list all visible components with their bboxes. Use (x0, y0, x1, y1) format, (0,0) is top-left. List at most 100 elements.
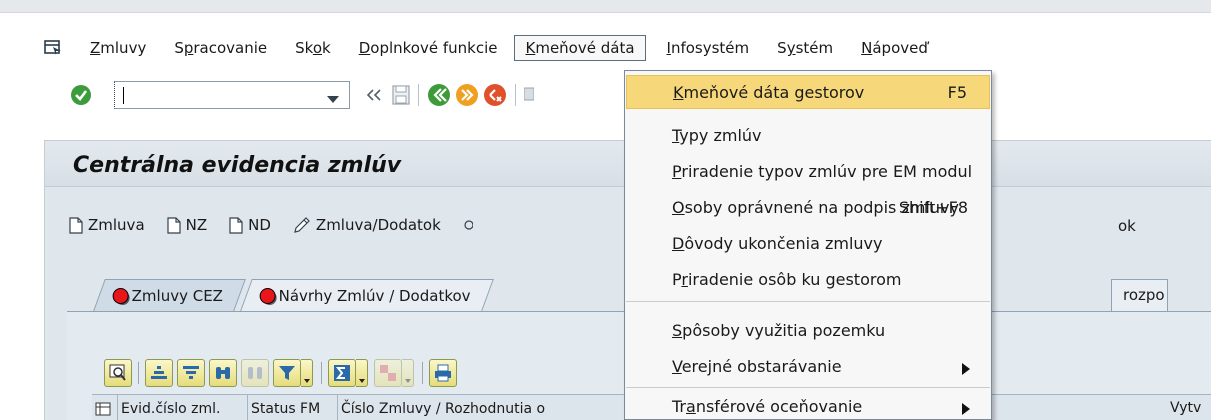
menu-item-dovody-ukoncenia[interactable]: Dôvody ukončenia zmluvy (626, 226, 990, 260)
mnemonic: r (681, 269, 688, 289)
filter-dropdown[interactable] (301, 359, 313, 387)
text-caret (123, 87, 124, 104)
nd-label: ND (248, 216, 271, 234)
sum-dropdown[interactable] (356, 359, 368, 387)
menu-infosystem[interactable]: Infosystém (663, 35, 754, 61)
sort-descending-icon (183, 366, 199, 379)
nd-button[interactable]: ND (229, 216, 271, 234)
sigma-icon (334, 365, 350, 381)
new-contract-button[interactable]: Zmluva (69, 216, 145, 234)
menu-item-verejne-obstaravanie[interactable]: Verejné obstarávanie (626, 349, 990, 383)
shortcut-label: F5 (947, 82, 967, 102)
document-icon (167, 216, 181, 234)
print-button[interactable] (524, 82, 534, 108)
grid-toolbar-separator (422, 362, 423, 384)
menu-label-part: k (322, 39, 331, 57)
sort-descending-button[interactable] (177, 359, 205, 387)
menu-item-priradenie-osob[interactable]: Priradenie osôb ku gestorom (626, 262, 990, 296)
command-field[interactable] (114, 81, 350, 109)
binoculars-next-icon (248, 367, 262, 379)
menu-skok[interactable]: Skok (291, 35, 335, 61)
label-part: ypy zmlúv (679, 125, 762, 145)
print-preview-button[interactable] (429, 359, 457, 387)
nz-label: NZ (185, 216, 208, 234)
save-button[interactable] (392, 82, 410, 108)
menu-mnemonic: D (358, 39, 371, 57)
column-header[interactable]: Status FM (248, 394, 338, 420)
menu-mnemonic: Z (90, 39, 101, 57)
sum-button[interactable] (328, 359, 356, 387)
edit-contract-addendum-button[interactable]: Zmluva/Dodatok (293, 216, 441, 234)
chevron-down-icon[interactable] (327, 90, 339, 108)
menu-item-sposoby-vyuzitia[interactable]: Spôsoby využitia pozemku (626, 313, 990, 347)
sort-ascending-icon (151, 366, 167, 379)
menu-mnemonic: y (786, 39, 796, 57)
column-header[interactable]: Vytv (1170, 400, 1201, 416)
grid-toolbar-separator (321, 362, 322, 384)
tab-label: Zmluvy CEZ (131, 286, 224, 305)
menu-napoved[interactable]: Nápoveď (857, 35, 932, 61)
menu-doplnkove-funkcie[interactable]: Doplnkové funkcie (355, 35, 502, 61)
select-all-cell[interactable] (92, 394, 118, 420)
menu-mnemonic: K (525, 39, 536, 57)
exit-icon (456, 84, 478, 106)
command-input[interactable] (115, 83, 315, 107)
menu-item-label: Priradenie typov zmlúv pre EM modul (672, 162, 972, 181)
menu-mnemonic: p (183, 39, 194, 57)
menu-item-osoby-opravnene[interactable]: Osoby oprávnené na podpis zmluvy Shift+F… (626, 190, 990, 224)
back-button[interactable] (427, 82, 451, 108)
collapse-command-button[interactable] (366, 82, 382, 108)
mnemonic: D (672, 233, 685, 253)
filter-button[interactable] (273, 359, 301, 387)
menu-label-part: oplnkové funkcie (370, 39, 498, 57)
filter-icon (279, 366, 295, 380)
nz-button[interactable]: NZ (167, 216, 208, 234)
menu-label-part: nfosystém (670, 39, 750, 57)
sort-ascending-button[interactable] (145, 359, 173, 387)
submenu-arrow-icon (962, 400, 970, 419)
menu-item-priradenie-typov[interactable]: Priradenie typov zmlúv pre EM modul (626, 154, 990, 188)
menu-item-label: Kmeňové dáta gestorov (673, 83, 864, 102)
system-menu-icon[interactable] (40, 37, 66, 59)
menu-item-label: Dôvody ukončenia zmluvy (672, 234, 882, 253)
red-status-icon (261, 288, 276, 303)
grid-toolbar-separator (138, 362, 139, 384)
column-header[interactable]: Číslo Zmluvy / Rozhodnutia o (338, 394, 628, 420)
tab-zmluvy-cez[interactable]: Zmluvy CEZ (93, 279, 247, 311)
label-part: Tr (672, 396, 686, 416)
menu-bar: Zmluvy Spracovanie Skok Doplnkové funkci… (40, 34, 1190, 62)
toolbar-right-partial-label[interactable]: ok (1118, 217, 1136, 235)
menu-item-kmenove-data-gestorov[interactable]: Kmeňové dáta gestorov F5 (626, 75, 990, 109)
menu-system[interactable]: Systém (773, 35, 837, 61)
window-header: Zmluvy Spracovanie Skok Doplnkové funkci… (0, 0, 1211, 148)
menu-label-part: mluvy (100, 39, 147, 57)
tab-navrhy-zmluv-dodatkov[interactable]: Návrhy Zmlúv / Dodatkov (240, 279, 495, 311)
label-part: P (672, 269, 682, 289)
menu-zmluvy[interactable]: Zmluvy (86, 35, 150, 61)
page-title: Centrálna evidencia zmlúv (73, 153, 402, 178)
menu-label-part: S (777, 39, 787, 57)
menu-item-transferove-ocenovanie[interactable]: Transférové oceňovanie (626, 389, 990, 420)
menu-kmenove-data[interactable]: Kmeňové dáta (514, 35, 646, 61)
label-part: meňové dáta gestorov (683, 82, 865, 102)
find-button[interactable] (209, 359, 237, 387)
subtotal-button[interactable] (374, 359, 402, 387)
label-part: erejné obstarávanie (681, 356, 842, 376)
chevron-down-icon (404, 379, 411, 383)
menu-spracovanie[interactable]: Spracovanie (170, 35, 271, 61)
partial-toolbar-icon[interactable] (463, 217, 473, 233)
new-contract-label: Zmluva (88, 216, 145, 234)
red-status-icon (113, 288, 128, 303)
exit-button[interactable] (455, 82, 479, 108)
checkmark-icon (71, 85, 91, 105)
enter-button[interactable] (70, 82, 92, 108)
menu-item-typy-zmluv[interactable]: Typy zmlúv (626, 118, 990, 152)
subtotal-dropdown[interactable] (402, 359, 414, 387)
menu-mnemonic: o (312, 39, 323, 57)
details-button[interactable] (104, 359, 132, 387)
cancel-button[interactable] (483, 82, 507, 108)
find-next-button[interactable] (241, 359, 269, 387)
printer-icon (435, 364, 451, 382)
chevron-down-icon (358, 379, 365, 383)
column-header[interactable]: Evid.číslo zml. (118, 394, 248, 420)
